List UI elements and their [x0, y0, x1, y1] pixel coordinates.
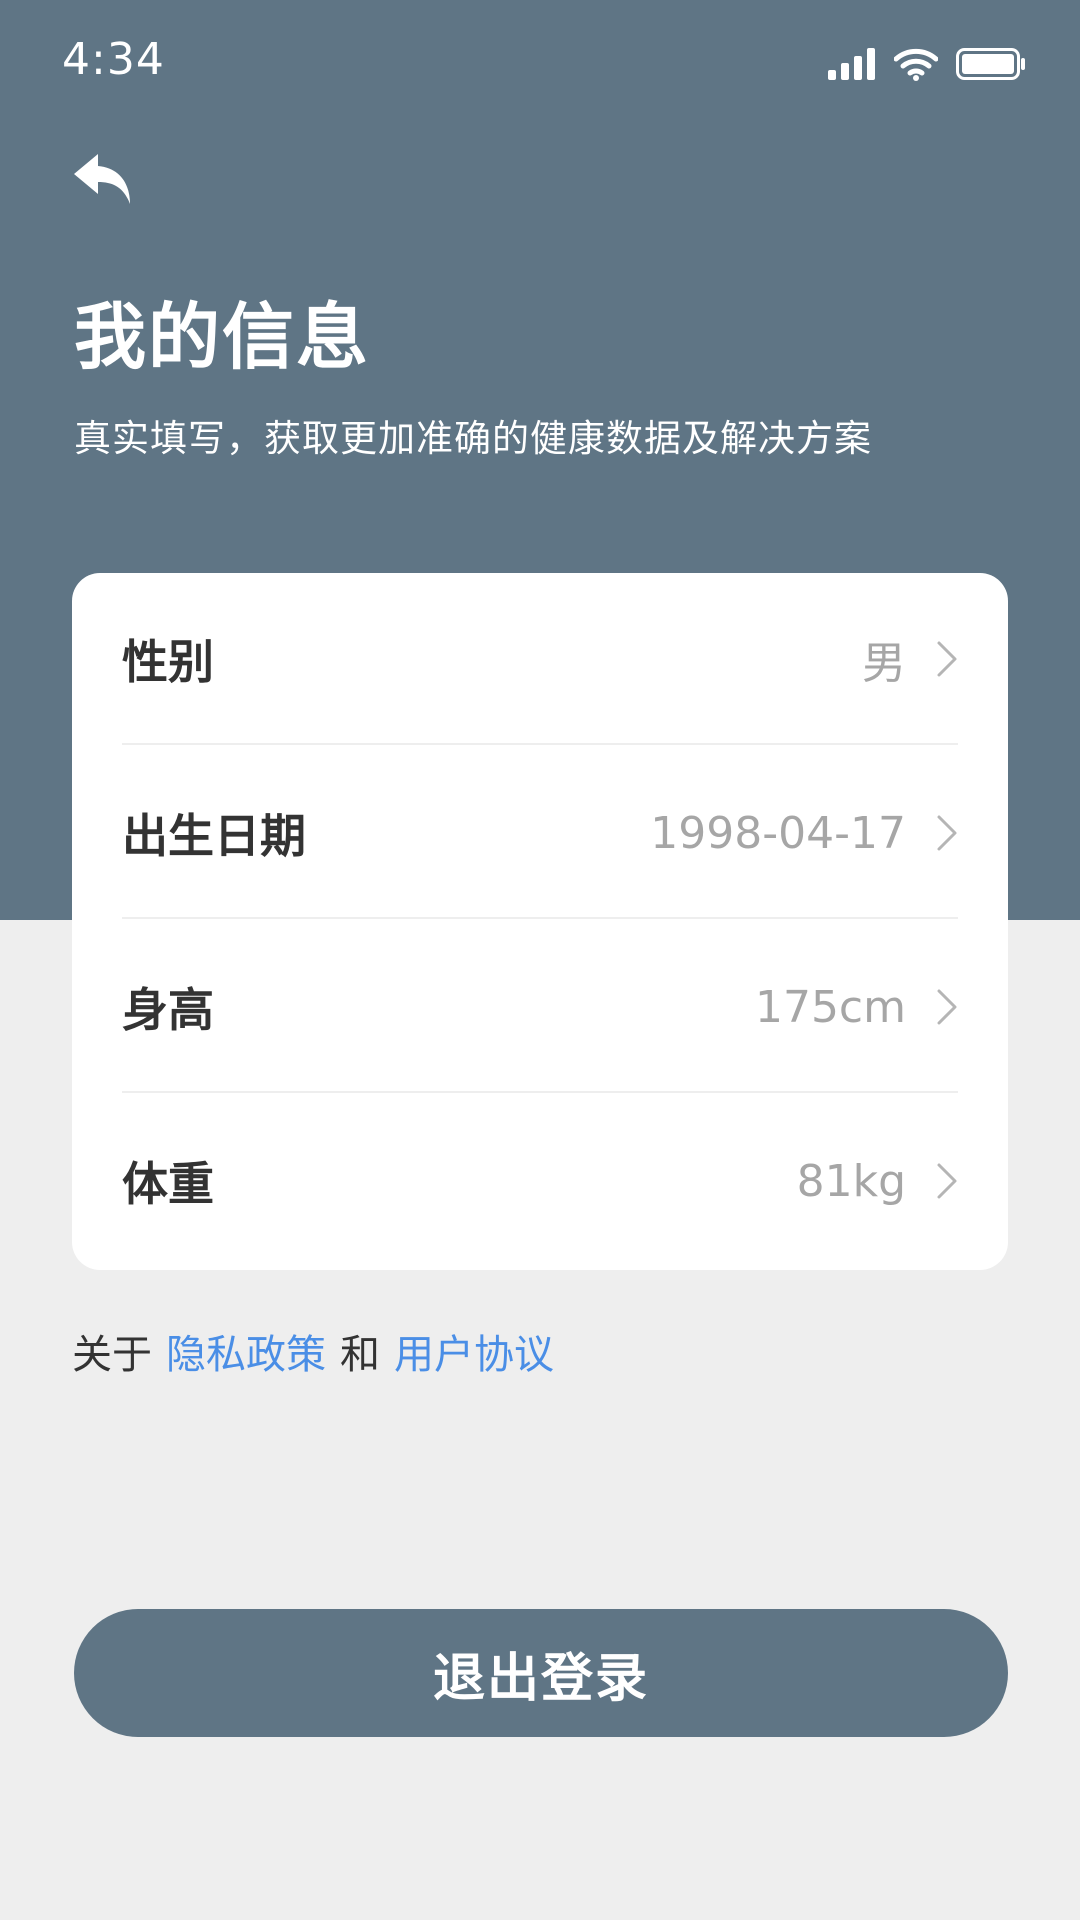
battery-icon — [956, 48, 1025, 80]
chevron-right-icon — [937, 641, 957, 677]
row-value: 175cm — [754, 981, 906, 1033]
user-agreement-link[interactable]: 用户协议 — [394, 1322, 554, 1380]
status-bar: 4:34 — [0, 0, 1080, 120]
row-label: 身高 — [122, 983, 214, 1037]
chevron-right-icon — [937, 815, 957, 851]
policy-conjunction: 和 — [340, 1332, 380, 1378]
wifi-icon — [894, 48, 938, 81]
row-value: 男 — [862, 638, 906, 689]
logout-button[interactable]: 退出登录 — [74, 1609, 1008, 1737]
row-value: 1998-04-17 — [650, 807, 906, 859]
policy-prefix: 关于 — [72, 1332, 152, 1378]
chevron-right-icon — [937, 989, 957, 1025]
row-label: 出生日期 — [122, 809, 306, 863]
info-card: 性别 男 出生日期 1998-04-17 身高 175cm 体重 81kg — [72, 573, 1008, 1270]
page-subtitle: 真实填写，获取更加准确的健康数据及解决方案 — [74, 417, 872, 460]
row-label: 体重 — [122, 1157, 214, 1211]
status-time: 4:34 — [62, 34, 165, 85]
chevron-right-icon — [937, 1163, 957, 1199]
info-row-height[interactable]: 身高 175cm — [122, 921, 958, 1093]
info-row-gender[interactable]: 性别 男 — [122, 573, 958, 745]
policy-links: 关于 隐私政策 和 用户协议 — [72, 1322, 554, 1380]
row-label: 性别 — [122, 635, 214, 689]
privacy-policy-link[interactable]: 隐私政策 — [166, 1322, 326, 1380]
cellular-signal-icon — [828, 48, 875, 80]
status-icons — [828, 44, 1026, 84]
row-value: 81kg — [796, 1155, 906, 1207]
page-title: 我的信息 — [74, 295, 371, 379]
info-row-weight[interactable]: 体重 81kg — [122, 1095, 958, 1267]
back-arrow-icon — [74, 154, 130, 204]
back-button[interactable] — [70, 150, 150, 220]
info-row-birthdate[interactable]: 出生日期 1998-04-17 — [122, 747, 958, 919]
